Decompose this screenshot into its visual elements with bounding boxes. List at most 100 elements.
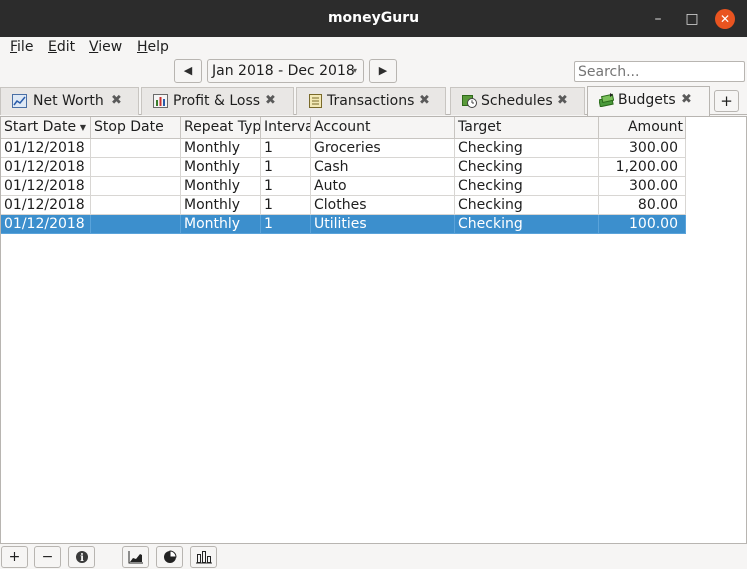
menu-help[interactable]: Help bbox=[137, 39, 169, 55]
tab-label: Profit & Loss bbox=[173, 93, 261, 109]
bottom-toolbar: + − i bbox=[0, 544, 747, 569]
table-row[interactable]: 01/12/2018 Monthly 1 Utilities Checking 100.0… bbox=[1, 215, 686, 234]
arrow-left-icon: ◀ bbox=[183, 64, 193, 77]
remove-budget-button[interactable]: − bbox=[34, 546, 61, 568]
next-period-button[interactable]: ▶ bbox=[369, 59, 397, 83]
cell-stop-date[interactable] bbox=[91, 215, 181, 234]
tab-bar: Net Worth ✖ Profit & Loss ✖ Transactions… bbox=[0, 86, 747, 116]
cell-interval[interactable]: 1 bbox=[261, 215, 311, 234]
close-tab-icon[interactable]: ✖ bbox=[681, 87, 692, 113]
cell-stop-date[interactable] bbox=[91, 196, 181, 215]
column-header-repeat-type[interactable]: Repeat Typ bbox=[181, 117, 261, 138]
show-info-button[interactable]: i bbox=[68, 546, 95, 568]
profit-loss-bars-icon bbox=[153, 94, 168, 108]
budgets-table: Start Date ▼ Stop Date Repeat Typ Interv… bbox=[0, 116, 747, 544]
toggle-columns-button[interactable] bbox=[190, 546, 217, 568]
cell-repeat-type[interactable]: Monthly bbox=[181, 158, 261, 177]
column-header-interval[interactable]: Interva bbox=[261, 117, 311, 138]
cell-interval[interactable]: 1 bbox=[261, 177, 311, 196]
cell-repeat-type[interactable]: Monthly bbox=[181, 139, 261, 158]
maximize-button[interactable]: □ bbox=[682, 9, 702, 29]
column-header-amount[interactable]: Amount bbox=[599, 117, 686, 138]
cell-interval[interactable]: 1 bbox=[261, 196, 311, 215]
cell-amount[interactable]: 80.00 bbox=[599, 196, 686, 215]
cell-stop-date[interactable] bbox=[91, 177, 181, 196]
add-budget-button[interactable]: + bbox=[1, 546, 28, 568]
window-title: moneyGuru bbox=[327, 10, 420, 26]
date-range-label: Jan 2018 - Dec 2018 bbox=[212, 63, 355, 79]
table-row[interactable]: 01/12/2018 Monthly 1 Auto Checking 300.00 bbox=[1, 177, 686, 196]
cell-repeat-type[interactable]: Monthly bbox=[181, 196, 261, 215]
budgets-money-icon bbox=[599, 93, 614, 107]
minimize-button[interactable]: – bbox=[648, 9, 668, 29]
svg-text:i: i bbox=[80, 553, 84, 564]
close-tab-icon[interactable]: ✖ bbox=[419, 88, 430, 114]
toggle-pie-chart-button[interactable] bbox=[156, 546, 183, 568]
transactions-ledger-icon bbox=[309, 94, 322, 108]
cell-account[interactable]: Utilities bbox=[311, 215, 455, 234]
column-header-start-date[interactable]: Start Date ▼ bbox=[1, 117, 91, 138]
plus-icon: + bbox=[8, 549, 21, 565]
cell-start-date[interactable]: 01/12/2018 bbox=[1, 177, 91, 196]
dropdown-caret-icon: ▾ bbox=[352, 66, 357, 75]
cell-repeat-type[interactable]: Monthly bbox=[181, 215, 261, 234]
tab-net-worth[interactable]: Net Worth ✖ bbox=[0, 87, 139, 115]
cell-target[interactable]: Checking bbox=[455, 215, 599, 234]
cell-amount[interactable]: 1,200.00 bbox=[599, 158, 686, 177]
date-toolbar: ◀ Jan 2018 - Dec 2018 ▾ ▶ bbox=[0, 59, 747, 85]
date-range-selector[interactable]: Jan 2018 - Dec 2018 ▾ bbox=[207, 59, 364, 83]
cell-start-date[interactable]: 01/12/2018 bbox=[1, 196, 91, 215]
close-tab-icon[interactable]: ✖ bbox=[111, 88, 122, 114]
cell-account[interactable]: Cash bbox=[311, 158, 455, 177]
search-input[interactable] bbox=[574, 61, 745, 82]
cell-account[interactable]: Auto bbox=[311, 177, 455, 196]
cell-amount[interactable]: 300.00 bbox=[599, 139, 686, 158]
menu-view[interactable]: View bbox=[89, 39, 122, 55]
info-icon: i bbox=[75, 551, 88, 564]
toggle-graph-button[interactable] bbox=[122, 546, 149, 568]
table-row[interactable]: 01/12/2018 Monthly 1 Groceries Checking 300.0… bbox=[1, 139, 686, 158]
sort-descending-icon: ▼ bbox=[79, 123, 86, 132]
cell-start-date[interactable]: 01/12/2018 bbox=[1, 158, 91, 177]
column-header-stop-date[interactable]: Stop Date bbox=[91, 117, 181, 138]
table-row[interactable]: 01/12/2018 Monthly 1 Cash Checking 1,200.00 bbox=[1, 158, 686, 177]
add-tab-button[interactable]: + bbox=[714, 90, 739, 112]
tab-transactions[interactable]: Transactions ✖ bbox=[296, 87, 446, 115]
cell-start-date[interactable]: 01/12/2018 bbox=[1, 215, 91, 234]
tab-budgets[interactable]: Budgets ✖ bbox=[587, 86, 710, 116]
menu-bar: File Edit View Help bbox=[0, 37, 747, 59]
cell-target[interactable]: Checking bbox=[455, 177, 599, 196]
cell-repeat-type[interactable]: Monthly bbox=[181, 177, 261, 196]
cell-interval[interactable]: 1 bbox=[261, 158, 311, 177]
menu-file[interactable]: File bbox=[10, 39, 33, 55]
arrow-right-icon: ▶ bbox=[378, 64, 388, 77]
cell-start-date[interactable]: 01/12/2018 bbox=[1, 139, 91, 158]
cell-account[interactable]: Groceries bbox=[311, 139, 455, 158]
column-header-target[interactable]: Target bbox=[455, 117, 599, 138]
close-tab-icon[interactable]: ✖ bbox=[265, 88, 276, 114]
table-header: Start Date ▼ Stop Date Repeat Typ Interv… bbox=[1, 117, 686, 139]
cell-stop-date[interactable] bbox=[91, 158, 181, 177]
previous-period-button[interactable]: ◀ bbox=[174, 59, 202, 83]
close-tab-icon[interactable]: ✖ bbox=[557, 88, 568, 114]
cell-amount[interactable]: 100.00 bbox=[599, 215, 686, 234]
cell-amount[interactable]: 300.00 bbox=[599, 177, 686, 196]
cell-target[interactable]: Checking bbox=[455, 158, 599, 177]
menu-edit[interactable]: Edit bbox=[48, 39, 75, 55]
tab-label: Schedules bbox=[481, 93, 553, 109]
area-graph-icon bbox=[128, 551, 143, 564]
cell-account[interactable]: Clothes bbox=[311, 196, 455, 215]
cell-target[interactable]: Checking bbox=[455, 139, 599, 158]
tab-label: Budgets bbox=[618, 92, 676, 108]
cell-stop-date[interactable] bbox=[91, 139, 181, 158]
minus-icon: − bbox=[41, 549, 54, 565]
cell-interval[interactable]: 1 bbox=[261, 139, 311, 158]
column-header-account[interactable]: Account bbox=[311, 117, 455, 138]
close-window-button[interactable]: ✕ bbox=[715, 9, 735, 29]
cell-target[interactable]: Checking bbox=[455, 196, 599, 215]
net-worth-chart-icon bbox=[12, 94, 27, 108]
tab-label: Transactions bbox=[327, 93, 415, 109]
table-row[interactable]: 01/12/2018 Monthly 1 Clothes Checking 80.00 bbox=[1, 196, 686, 215]
tab-schedules[interactable]: Schedules ✖ bbox=[450, 87, 585, 115]
tab-profit-loss[interactable]: Profit & Loss ✖ bbox=[141, 87, 294, 115]
